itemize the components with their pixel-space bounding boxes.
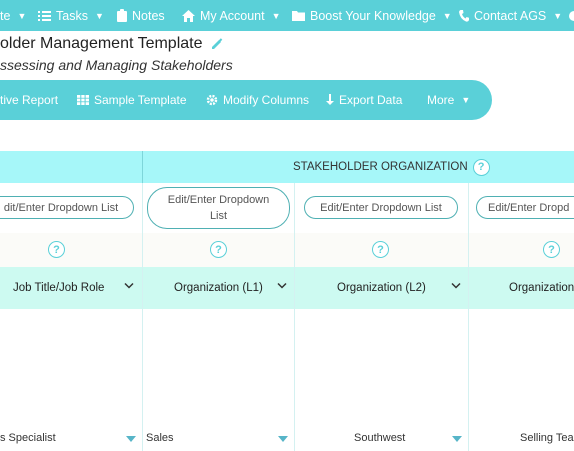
cell-organization[interactable]: Selling Tea [520, 432, 574, 444]
page-subtitle: ssessing and Managing Stakeholders [0, 57, 233, 73]
column-header-organization-l2[interactable]: Organization (L2) [337, 267, 426, 309]
report-label: tive Report [0, 93, 59, 107]
action-toolbar: tive Report Sample Template Modify Colum… [0, 80, 492, 120]
caret-down-icon: ▼ [94, 10, 104, 21]
cell-organization-l1[interactable]: Sales [146, 432, 174, 444]
column-divider [294, 183, 295, 451]
nav-item-label: My Account [200, 8, 265, 23]
nav-item-contact[interactable]: Contact AGS ▼ [459, 0, 562, 31]
help-icon[interactable]: ? [372, 241, 389, 258]
caret-down-icon: ▼ [17, 10, 27, 21]
gear-icon [206, 94, 218, 106]
cell-organization-l2[interactable]: Southwest [354, 432, 405, 444]
export-data-label: Export Data [339, 93, 403, 107]
more-label: More [427, 93, 455, 107]
export-data-button[interactable]: Export Data [326, 80, 402, 120]
clipboard-icon [117, 9, 127, 22]
dropdown-arrow-icon[interactable] [278, 436, 288, 442]
home-icon [182, 9, 195, 22]
nav-item-label: Contact AGS [474, 8, 547, 23]
pencil-icon[interactable] [211, 38, 223, 50]
cell-job-title[interactable]: s Specialist [0, 432, 56, 444]
nav-item-label: Tasks [56, 8, 88, 23]
help-icon[interactable]: ? [543, 241, 560, 258]
phone-icon [459, 9, 469, 22]
help-row [0, 233, 574, 267]
caret-down-icon: ▼ [553, 10, 563, 21]
nav-item-boost-knowledge[interactable]: Boost Your Knowledge ▼ [292, 0, 452, 31]
table-icon [77, 95, 89, 105]
report-button[interactable]: tive Report [0, 80, 58, 120]
nav-item-my-account[interactable]: My Account ▼ [182, 0, 281, 31]
caret-down-icon: ▼ [461, 95, 471, 105]
nav-item-overflow[interactable] [568, 0, 574, 31]
nav-item-label: te [0, 8, 11, 23]
chevron-down-icon[interactable] [124, 282, 134, 290]
folder-icon [292, 11, 305, 21]
edit-dropdown-label: Edit/Enter Dropdown [167, 194, 270, 206]
column-divider [468, 183, 469, 451]
column-divider [142, 183, 143, 451]
edit-dropdown-button[interactable]: dit/Enter Dropdown List [0, 196, 134, 219]
nav-item-template[interactable]: te ▼ [0, 0, 26, 31]
modify-columns-label: Modify Columns [223, 93, 310, 107]
column-header-job-title[interactable]: Job Title/Job Role [13, 267, 104, 309]
nav-item-label: Notes [132, 8, 165, 23]
nav-item-notes[interactable]: Notes [117, 0, 165, 31]
dropdown-arrow-icon[interactable] [126, 436, 136, 442]
settings-icon [569, 10, 574, 21]
chevron-down-icon[interactable] [451, 282, 461, 290]
nav-item-label: Boost Your Knowledge [310, 8, 436, 23]
sample-template-label: Sample Template [94, 93, 187, 107]
caret-down-icon: ▼ [271, 10, 281, 21]
column-header-organization[interactable]: Organization [509, 267, 574, 309]
help-icon[interactable]: ? [210, 241, 227, 258]
edit-dropdown-label: List [209, 210, 228, 222]
help-icon[interactable]: ? [48, 241, 65, 258]
page-title: older Management Template [0, 35, 203, 52]
help-icon[interactable]: ? [472, 158, 490, 176]
list-icon [38, 10, 51, 21]
edit-dropdown-button[interactable]: Edit/Enter Dropdown List [304, 196, 458, 219]
group-header-stakeholder-organization: STAKEHOLDER ORGANIZATION ? [293, 151, 490, 183]
page-title-row: older Management Template [0, 34, 223, 54]
sample-template-button[interactable]: Sample Template [77, 80, 187, 120]
dropdown-arrow-icon[interactable] [452, 436, 462, 442]
edit-dropdown-button[interactable]: Edit/Enter Dropd [476, 196, 574, 219]
caret-down-icon: ▼ [442, 10, 452, 21]
download-arrow-icon [326, 94, 334, 105]
nav-item-tasks[interactable]: Tasks ▼ [38, 0, 104, 31]
modify-columns-button[interactable]: Modify Columns [206, 80, 309, 120]
column-header-organization-l1[interactable]: Organization (L1) [174, 267, 263, 309]
chevron-down-icon[interactable] [277, 282, 287, 290]
group-header-label: STAKEHOLDER ORGANIZATION [293, 161, 468, 173]
more-button[interactable]: More ▼ [427, 80, 470, 120]
top-nav: te ▼ Tasks ▼ Notes My Account ▼ Boost Yo… [0, 0, 574, 31]
edit-dropdown-button[interactable]: Edit/Enter Dropdown List [147, 187, 290, 229]
group-header-divider [142, 151, 143, 183]
